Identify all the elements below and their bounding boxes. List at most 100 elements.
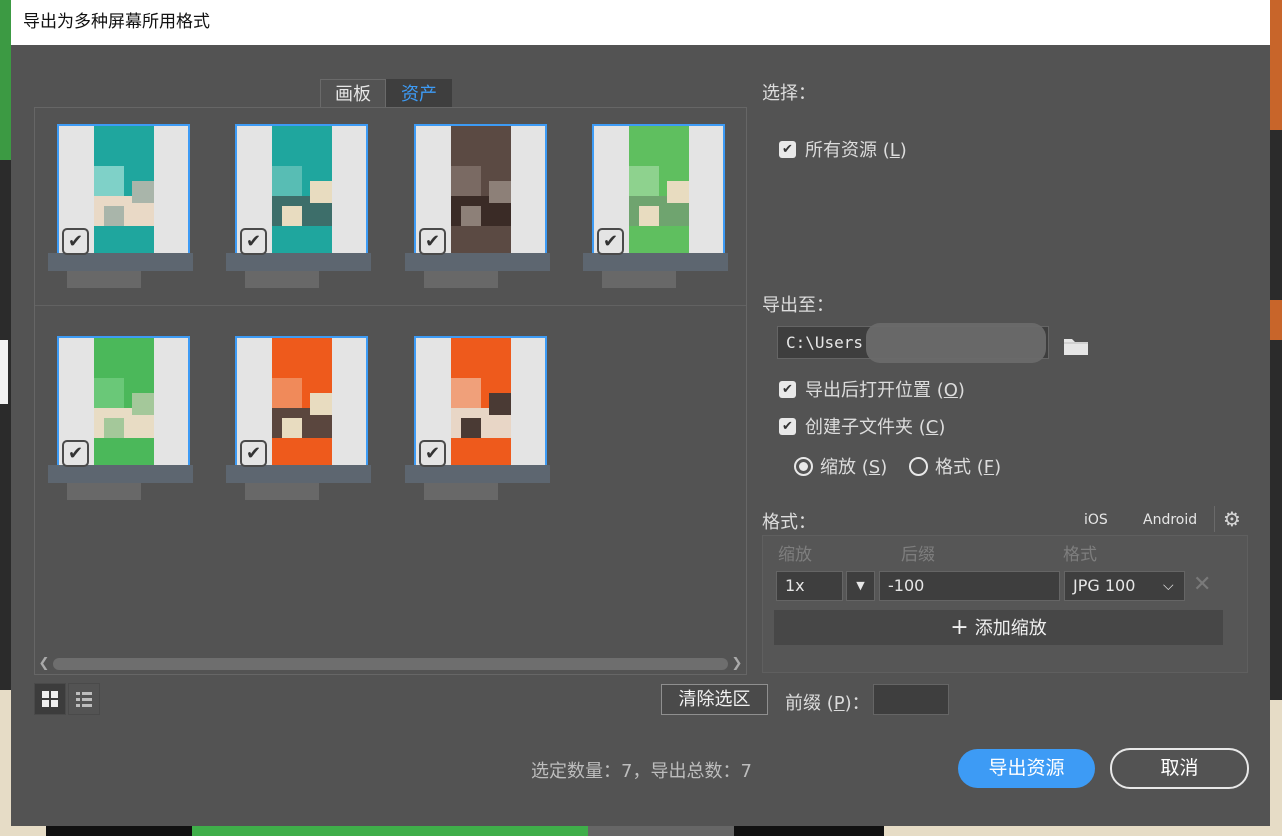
- prefix-label-text: 前缀 (: [785, 693, 834, 714]
- backdrop: [1270, 0, 1282, 130]
- export-assets-button[interactable]: 导出资源: [958, 749, 1095, 788]
- selection-summary: 选定数量：7，导出总数：7: [531, 761, 752, 782]
- asset-name-redacted: [424, 271, 498, 288]
- asset-name-redacted: [48, 465, 193, 483]
- clear-selection-button[interactable]: 清除选区: [661, 684, 768, 715]
- all-assets-key: L: [889, 140, 900, 161]
- open-after-key: O: [943, 380, 958, 401]
- add-scale-button[interactable]: + 添加缩放: [774, 610, 1223, 645]
- all-assets-option[interactable]: ✔ 所有资源 (L): [779, 136, 907, 162]
- prefix-label-end: )：: [844, 693, 870, 714]
- asset-thumbnail[interactable]: ✔: [405, 124, 550, 288]
- format-select[interactable]: JPG 100 ⌵: [1064, 571, 1185, 601]
- asset-name-redacted: [583, 253, 728, 271]
- asset-thumbnail[interactable]: ✔: [48, 336, 193, 500]
- scrollbar-thumb[interactable]: [53, 658, 728, 670]
- prefix-label: 前缀 (P)：: [785, 689, 870, 715]
- folder-icon[interactable]: [1063, 336, 1089, 356]
- tab-assets[interactable]: 资产: [386, 79, 452, 108]
- create-subfolders-checkbox[interactable]: ✔: [779, 417, 796, 435]
- asset-name-redacted: [67, 483, 141, 500]
- asset-name-redacted: [245, 271, 319, 288]
- horizontal-scrollbar[interactable]: ❮ ❯: [35, 655, 746, 673]
- all-assets-checkbox[interactable]: ✔: [779, 140, 796, 158]
- asset-name-redacted: [48, 253, 193, 271]
- asset-preview: [272, 126, 332, 255]
- asset-checkbox[interactable]: ✔: [240, 228, 267, 255]
- select-heading: 选择：: [762, 83, 816, 104]
- open-after-export-option[interactable]: ✔ 导出后打开位置 (O): [779, 376, 965, 402]
- backdrop: [192, 826, 588, 836]
- open-after-label: 导出后打开位置 (: [805, 380, 944, 401]
- asset-name-redacted: [226, 465, 371, 483]
- asset-preview: [272, 338, 332, 467]
- by-scale-option[interactable]: 缩放 (S): [794, 453, 887, 479]
- by-format-radio[interactable]: [909, 456, 928, 476]
- row-divider: [35, 305, 746, 306]
- suffix-input[interactable]: -100: [879, 571, 1060, 601]
- asset-checkbox[interactable]: ✔: [419, 440, 446, 467]
- grid-view-icon: [35, 684, 65, 714]
- by-format-key: F: [983, 457, 995, 478]
- preset-divider: [1214, 506, 1215, 532]
- asset-thumbnail[interactable]: ✔: [583, 124, 728, 288]
- asset-name-redacted: [405, 465, 550, 483]
- asset-name-redacted: [67, 271, 141, 288]
- asset-preview: [629, 126, 689, 255]
- backdrop: [1270, 300, 1282, 340]
- scroll-right-icon[interactable]: ❯: [730, 655, 744, 673]
- cancel-button[interactable]: 取消: [1110, 748, 1249, 789]
- ios-preset[interactable]: iOS: [1084, 512, 1108, 528]
- by-scale-label: 缩放 (: [820, 457, 869, 478]
- asset-checkbox[interactable]: ✔: [419, 228, 446, 255]
- gear-icon[interactable]: ⚙: [1223, 509, 1241, 529]
- scroll-left-icon[interactable]: ❮: [37, 655, 51, 673]
- formats-heading: 格式：: [762, 512, 816, 533]
- by-scale-key: S: [868, 457, 881, 478]
- export-dialog: 导出为多种屏幕所用格式 画板 资产 ✔ ✔ ✔ ✔ ✔ ✔ ✔ ❮ ❯ 选择： ✔ 所有资源…: [11, 0, 1270, 826]
- by-format-label: 格式 (: [935, 457, 984, 478]
- scale-dropdown-icon[interactable]: ▼: [846, 571, 875, 601]
- scale-input[interactable]: 1x: [776, 571, 843, 601]
- create-subfolders-option[interactable]: ✔ 创建子文件夹 (C): [779, 413, 945, 439]
- grid-view-button[interactable]: [34, 683, 66, 715]
- all-assets-label-end: ): [899, 140, 907, 161]
- backdrop: [46, 826, 192, 836]
- backdrop: [734, 826, 884, 836]
- list-view-button[interactable]: [68, 683, 100, 715]
- list-view-icon: [69, 684, 99, 714]
- asset-thumbnail[interactable]: ✔: [48, 124, 193, 288]
- by-format-option[interactable]: 格式 (F): [909, 453, 1001, 479]
- plus-icon: +: [950, 615, 969, 640]
- subfolders-label-end: ): [938, 417, 946, 438]
- subfolders-label: 创建子文件夹 (: [805, 417, 926, 438]
- android-preset[interactable]: Android: [1143, 512, 1197, 528]
- asset-preview: [94, 338, 154, 467]
- dialog-title: 导出为多种屏幕所用格式: [11, 0, 1270, 45]
- prefix-key: P: [833, 693, 845, 714]
- export-to-heading: 导出至：: [762, 295, 834, 316]
- asset-preview: [451, 126, 511, 255]
- all-assets-label: 所有资源 (: [805, 140, 890, 161]
- asset-checkbox[interactable]: ✔: [240, 440, 267, 467]
- column-suffix: 后缀: [901, 545, 935, 565]
- remove-row-icon[interactable]: ✕: [1193, 573, 1211, 597]
- asset-name-redacted: [405, 253, 550, 271]
- prefix-input[interactable]: [873, 684, 949, 715]
- open-after-label-end: ): [957, 380, 965, 401]
- open-after-export-checkbox[interactable]: ✔: [779, 380, 796, 398]
- asset-preview: [451, 338, 511, 467]
- tab-artboards[interactable]: 画板: [320, 79, 386, 108]
- asset-checkbox[interactable]: ✔: [62, 228, 89, 255]
- asset-checkbox[interactable]: ✔: [597, 228, 624, 255]
- chevron-down-icon: ⌵: [1163, 578, 1174, 594]
- asset-thumbnail[interactable]: ✔: [405, 336, 550, 500]
- asset-thumbnail[interactable]: ✔: [226, 336, 371, 500]
- column-format: 格式: [1063, 545, 1097, 565]
- asset-thumbnail[interactable]: ✔: [226, 124, 371, 288]
- asset-name-redacted: [424, 483, 498, 500]
- asset-preview: [94, 126, 154, 255]
- by-scale-radio[interactable]: [794, 456, 813, 476]
- backdrop: [0, 340, 8, 404]
- asset-checkbox[interactable]: ✔: [62, 440, 89, 467]
